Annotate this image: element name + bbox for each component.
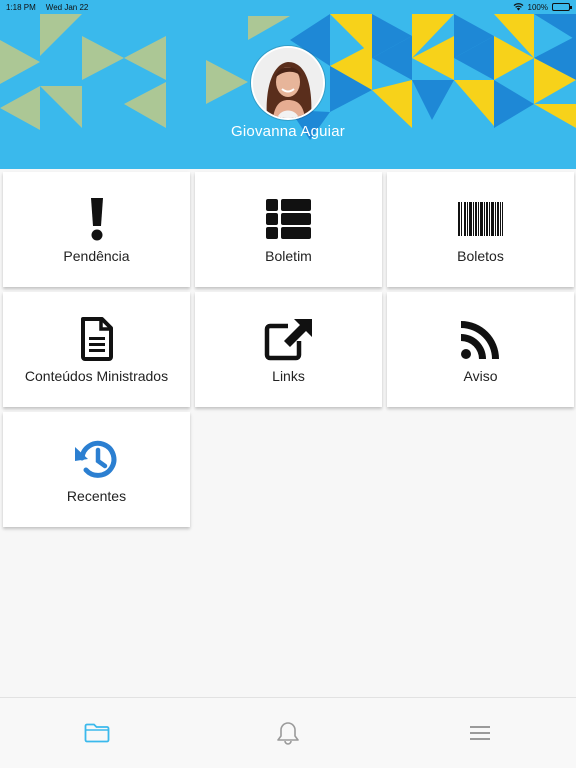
tile-boletos[interactable]: Boletos (387, 172, 574, 287)
tile-label: Pendência (63, 248, 130, 264)
tile-links[interactable]: Links (195, 292, 382, 407)
list-grid-icon (264, 196, 314, 242)
tile-recentes[interactable]: Recentes (3, 412, 190, 527)
status-date: Wed Jan 22 (45, 2, 89, 12)
barcode-icon (456, 196, 506, 242)
tile-aviso[interactable]: Aviso (387, 292, 574, 407)
tile-boletim[interactable]: Boletim (195, 172, 382, 287)
rss-icon (456, 316, 506, 362)
avatar[interactable] (251, 46, 325, 120)
wifi-icon (513, 3, 523, 11)
tile-label: Aviso (463, 368, 498, 384)
tile-label: Boletos (457, 248, 504, 264)
avatar-photo (253, 48, 323, 118)
battery-percent: 100% (527, 2, 548, 12)
document-icon (72, 316, 122, 362)
status-time: 1:18 PM (6, 2, 36, 12)
history-icon (72, 436, 122, 482)
nav-menu-button[interactable] (465, 720, 495, 746)
bell-icon (277, 722, 299, 745)
exclamation-icon (72, 196, 122, 242)
bottom-navigation (0, 697, 576, 768)
nav-notifications-button[interactable] (273, 720, 303, 746)
status-bar: 1:18 PM Wed Jan 22 100% (0, 0, 576, 14)
tile-conteudos-ministrados[interactable]: Conteúdos Ministrados (3, 292, 190, 407)
tile-label: Links (272, 368, 305, 384)
battery-icon (552, 3, 572, 11)
menu-icon (470, 726, 490, 740)
tile-label: Recentes (66, 488, 127, 504)
user-name: Giovanna Aguiar (231, 123, 345, 140)
external-link-icon (264, 316, 314, 362)
folder-icon (84, 723, 110, 743)
nav-folder-button[interactable] (82, 720, 112, 746)
tile-pendencia[interactable]: Pendência (3, 172, 190, 287)
tile-label: Conteúdos Ministrados (24, 368, 169, 384)
profile-header: 1:18 PM Wed Jan 22 100% Giovanna Aguiar (0, 0, 576, 169)
tile-label: Boletim (265, 248, 312, 264)
